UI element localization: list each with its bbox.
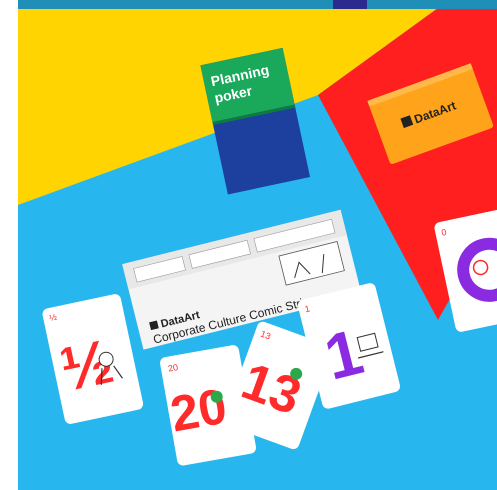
top-object xyxy=(333,0,367,9)
card-twenty-corner: 20 xyxy=(167,362,179,374)
top-strip xyxy=(18,0,497,9)
photo: Planning poker DataArt DataArt Corporate… xyxy=(18,0,497,490)
card-twenty-value: 20 xyxy=(166,378,231,443)
